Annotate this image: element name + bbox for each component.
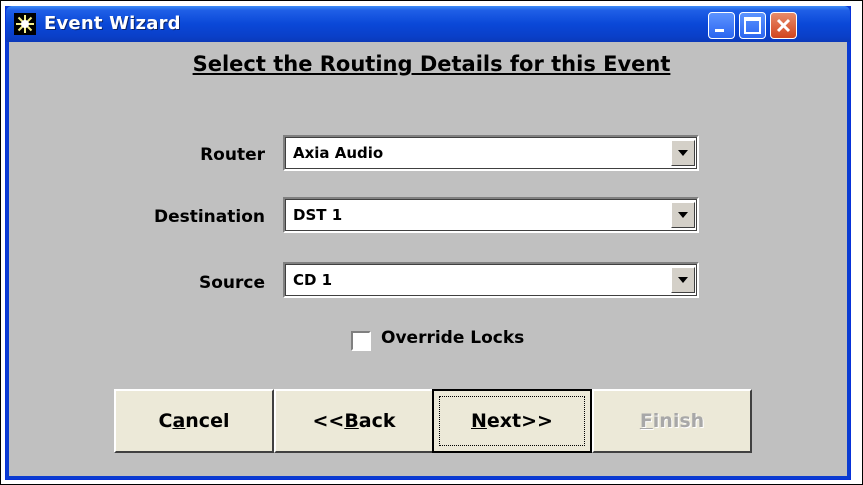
close-icon xyxy=(776,18,791,33)
focus-rectangle xyxy=(439,396,585,446)
chevron-down-icon xyxy=(678,150,688,156)
destination-value: DST 1 xyxy=(293,206,343,224)
router-dropdown-button[interactable] xyxy=(671,140,695,166)
source-value: CD 1 xyxy=(293,271,333,289)
window-title: Event Wizard xyxy=(44,13,181,34)
title-bar[interactable]: Event Wizard xyxy=(6,6,850,42)
back-button[interactable]: <<Back xyxy=(274,389,434,453)
next-button[interactable]: Next>> xyxy=(432,389,592,453)
router-value: Axia Audio xyxy=(293,144,384,162)
destination-select[interactable]: DST 1 xyxy=(283,197,699,233)
finish-button[interactable]: Finish xyxy=(592,389,752,453)
back-label: <<Back xyxy=(312,410,396,432)
starburst-icon xyxy=(14,13,36,35)
override-locks-checkbox[interactable] xyxy=(351,331,371,351)
finish-label: Finish xyxy=(639,410,705,432)
source-label: Source xyxy=(198,273,265,293)
source-select[interactable]: CD 1 xyxy=(283,262,699,298)
router-select[interactable]: Axia Audio xyxy=(283,135,699,171)
minimize-icon xyxy=(715,29,724,32)
destination-label: Destination xyxy=(153,207,265,227)
override-locks-label[interactable]: Override Locks xyxy=(381,328,524,348)
router-label: Router xyxy=(200,145,265,165)
source-dropdown-button[interactable] xyxy=(671,267,695,293)
chevron-down-icon xyxy=(678,212,688,218)
chevron-down-icon xyxy=(678,277,688,283)
page-heading: Select the Routing Details for this Even… xyxy=(192,52,671,76)
minimize-button[interactable] xyxy=(708,12,735,39)
destination-dropdown-button[interactable] xyxy=(671,202,695,228)
maximize-icon xyxy=(744,17,761,34)
cancel-button[interactable]: Cancel xyxy=(114,389,274,453)
close-button[interactable] xyxy=(770,12,797,39)
maximize-button[interactable] xyxy=(739,12,766,39)
cancel-label: Cancel xyxy=(158,410,230,432)
